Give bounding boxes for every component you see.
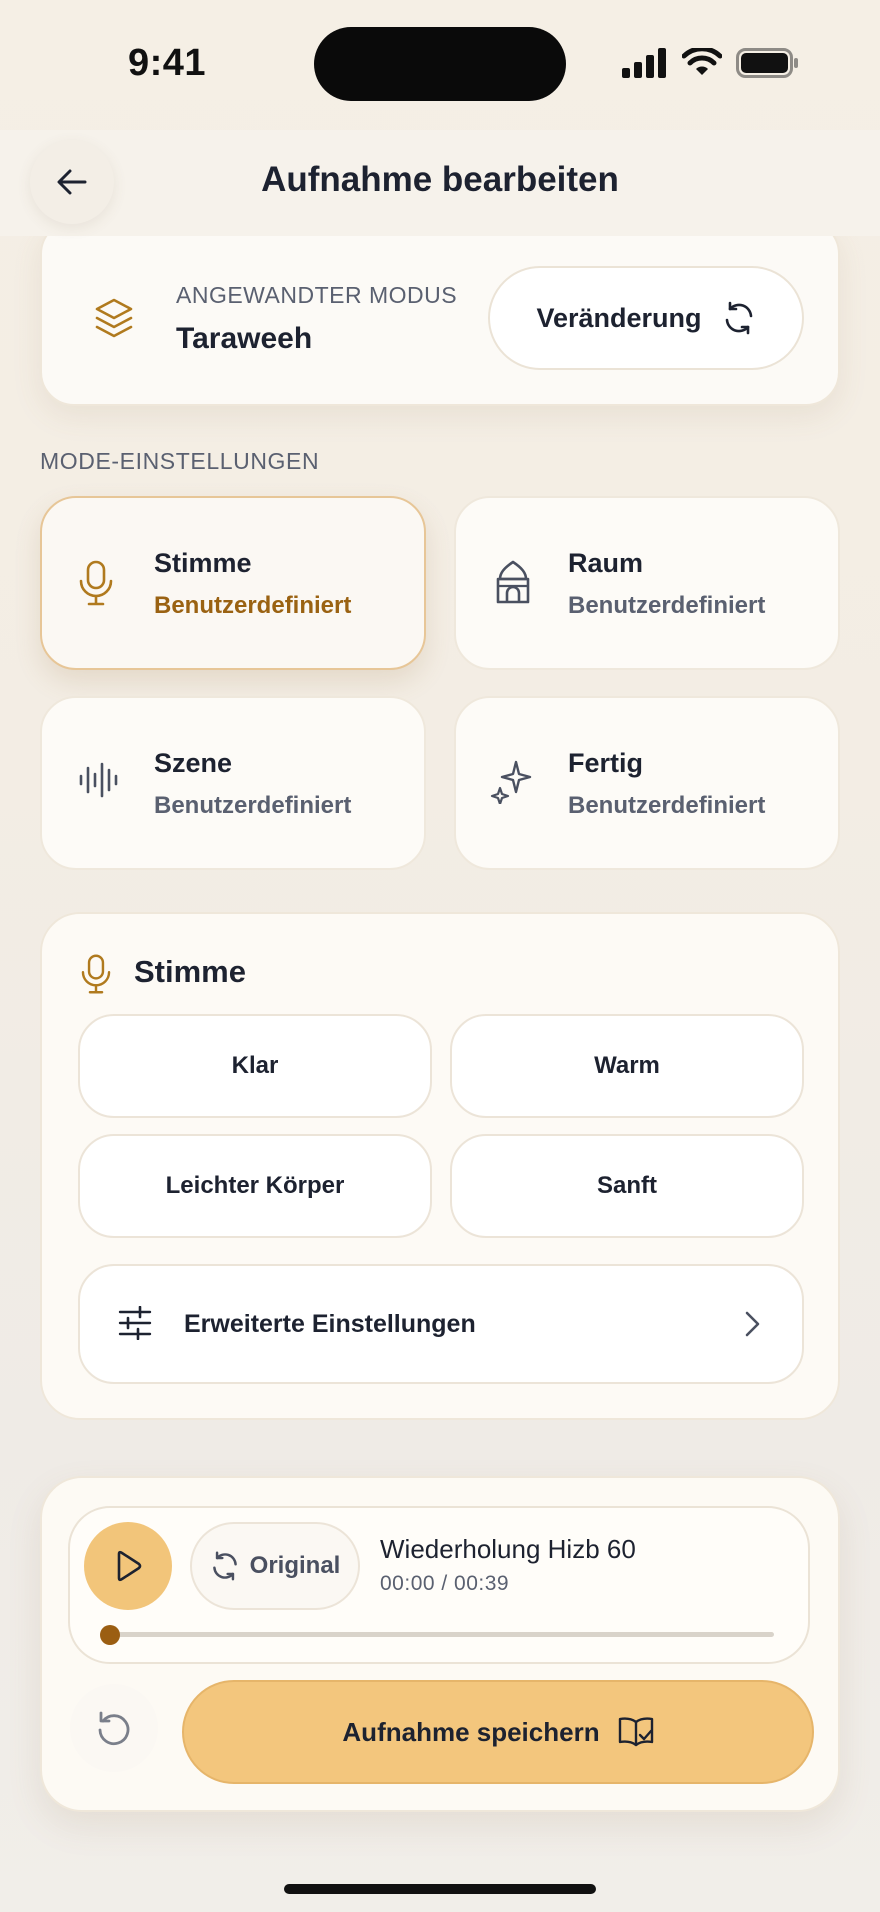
page-title: Aufnahme bearbeiten	[261, 160, 619, 199]
track-title: Wiederholung Hizb 60	[380, 1534, 636, 1564]
tile-stimme[interactable]: Stimme Benutzerdefiniert	[40, 496, 426, 670]
refresh-icon	[725, 301, 752, 335]
status-time: 9:41	[128, 42, 207, 84]
tile-raum-sub: Benutzerdefiniert	[568, 592, 766, 619]
waveform-icon	[79, 762, 118, 798]
tile-stimme-sub: Benutzerdefiniert	[154, 592, 352, 619]
tile-stimme-name: Stimme	[154, 548, 252, 578]
status-bar: 9:41	[0, 0, 880, 130]
progress-knob[interactable]	[100, 1625, 120, 1645]
change-mode-label: Veränderung	[536, 302, 702, 333]
audio-player: Original Wiederholung Hizb 60 00:00 / 00…	[68, 1506, 810, 1664]
voice-option-leichter-koerper[interactable]: Leichter Körper	[78, 1134, 432, 1238]
microphone-icon	[81, 954, 111, 994]
original-toggle-button[interactable]: Original	[190, 1522, 360, 1610]
microphone-icon	[79, 560, 113, 606]
tile-szene-name: Szene	[154, 748, 233, 778]
applied-mode-card: ANGEWANDTER MODUS Taraweeh Veränderung	[40, 220, 840, 406]
tile-fertig-sub: Benutzerdefiniert	[568, 792, 766, 819]
voice-option-warm[interactable]: Warm	[450, 1014, 804, 1118]
home-indicator	[284, 1884, 596, 1894]
dynamic-island	[314, 27, 566, 101]
screen: 9:41 Aufnahme bearbeiten ANGEWANDTER MOD…	[0, 0, 880, 1912]
book-check-icon	[618, 1717, 653, 1747]
status-icons	[622, 48, 800, 78]
section-label: MODE-EINSTELLUNGEN	[40, 448, 320, 474]
chevron-right-icon	[745, 1311, 760, 1337]
mosque-icon	[496, 560, 530, 604]
undo-icon	[98, 1711, 130, 1746]
save-recording-label: Aufnahme speichern	[342, 1716, 600, 1747]
player-panel: Original Wiederholung Hizb 60 00:00 / 00…	[40, 1476, 840, 1812]
header: Aufnahme bearbeiten	[0, 130, 880, 236]
save-recording-button[interactable]: Aufnahme speichern	[182, 1680, 814, 1784]
track-time: 00:00 / 00:39	[380, 1572, 510, 1595]
wifi-icon	[682, 48, 722, 75]
original-label: Original	[249, 1552, 341, 1579]
sliders-icon	[118, 1306, 152, 1340]
voice-option-klar[interactable]: Klar	[78, 1014, 432, 1118]
advanced-settings-label: Erweiterte Einstellungen	[184, 1310, 476, 1338]
reset-button[interactable]	[70, 1684, 158, 1772]
change-mode-button[interactable]: Veränderung	[488, 266, 804, 370]
applied-mode-label: ANGEWANDTER MODUS	[176, 282, 458, 308]
progress-bar[interactable]	[100, 1625, 774, 1645]
tile-fertig-name: Fertig	[568, 748, 644, 778]
tile-szene-sub: Benutzerdefiniert	[154, 792, 352, 819]
tile-fertig[interactable]: Fertig Benutzerdefiniert	[454, 696, 840, 870]
tile-szene[interactable]: Szene Benutzerdefiniert	[40, 696, 426, 870]
voice-settings-panel: Stimme Klar Warm Leichter Körper Sanft E…	[40, 912, 840, 1420]
refresh-icon	[212, 1551, 237, 1581]
play-button[interactable]	[84, 1522, 172, 1610]
signal-icon	[622, 48, 666, 78]
sparkle-icon	[490, 760, 532, 804]
voice-panel-title: Stimme	[134, 954, 246, 989]
play-icon	[117, 1550, 142, 1582]
battery-icon	[736, 48, 798, 78]
applied-mode-value: Taraweeh	[176, 322, 313, 355]
advanced-settings-button[interactable]: Erweiterte Einstellungen	[78, 1264, 804, 1384]
voice-option-sanft[interactable]: Sanft	[450, 1134, 804, 1238]
tile-raum[interactable]: Raum Benutzerdefiniert	[454, 496, 840, 670]
layers-icon	[95, 298, 133, 338]
tile-raum-name: Raum	[568, 548, 644, 578]
